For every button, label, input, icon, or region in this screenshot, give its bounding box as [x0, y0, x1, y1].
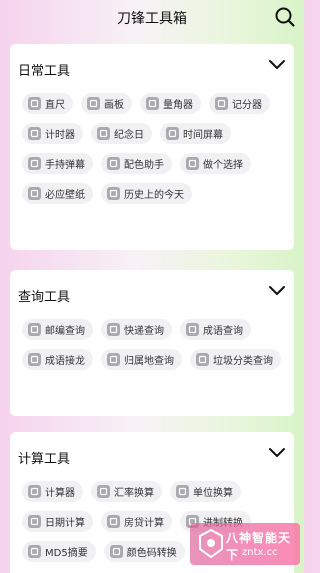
watermark-url: zntx.cc: [242, 547, 278, 558]
exchange-icon: [97, 485, 110, 498]
section-header[interactable]: 日常工具: [10, 44, 294, 88]
tool-chip-label: 时间屏幕: [183, 130, 223, 141]
tool-chip-label: 快递查询: [124, 326, 164, 337]
choice-icon: [186, 157, 199, 170]
chevron-down-icon[interactable]: [268, 58, 286, 72]
tool-chip[interactable]: 历史上的今天: [101, 183, 192, 204]
tool-chip[interactable]: 配色助手: [101, 153, 172, 174]
tool-chip[interactable]: 纪念日: [91, 123, 152, 144]
tool-chip-label: 房贷计算: [124, 518, 164, 529]
ruler-icon: [28, 97, 41, 110]
tool-chip[interactable]: 计时器: [22, 123, 83, 144]
section-title: 查询工具: [18, 290, 71, 305]
tool-chip-label: 记分器: [232, 100, 262, 111]
timer-icon: [28, 127, 41, 140]
clock-screen-icon: [166, 127, 179, 140]
idiom-chain-icon: [28, 353, 41, 366]
chevron-down-icon[interactable]: [268, 446, 286, 460]
mortgage-icon: [107, 515, 120, 528]
tool-chip-label: 纪念日: [114, 130, 144, 141]
section-query-tools: 查询工具 邮编查询 快递查询 成语查询成语接龙 归属地查询 垃圾分类查询: [10, 270, 294, 416]
tool-chip[interactable]: 画板: [81, 93, 132, 114]
tool-chip-label: 单位换算: [193, 488, 233, 499]
tool-chip-label: 汇率换算: [114, 488, 154, 499]
scrolling-text-icon: [28, 157, 41, 170]
tool-chip[interactable]: 量角器: [140, 93, 201, 114]
scoreboard-icon: [215, 97, 228, 110]
tool-chip[interactable]: 时间屏幕: [160, 123, 231, 144]
unit-convert-icon: [176, 485, 189, 498]
watermark-badge: 八神智能天下 zntx.cc: [190, 523, 300, 565]
tool-chip-label: 归属地查询: [124, 356, 174, 367]
tool-chip-label: 日期计算: [45, 518, 85, 529]
tool-chip-label: 手持弹幕: [45, 160, 85, 171]
tool-list: 直尺 画板 量角器 记分器计时器 纪念日 时间屏幕手持弹幕 配色助手 做个选择必应壁纸 历史上的…: [10, 88, 288, 204]
tool-chip-label: 必应壁纸: [45, 190, 85, 201]
tool-chip[interactable]: 直尺: [22, 93, 73, 114]
search-icon[interactable]: [274, 6, 296, 28]
tool-chip-label: 计算器: [45, 488, 75, 499]
section-daily-tools: 日常工具 直尺 画板 量角器 记分器计时器 纪念日 时间屏幕手持弹幕 配色助手 做个选择必应壁…: [10, 44, 294, 250]
tool-chip[interactable]: 快递查询: [101, 319, 172, 340]
book-icon: [186, 323, 199, 336]
tool-chip[interactable]: 计算器: [22, 481, 83, 502]
tool-chip-label: 计时器: [45, 130, 75, 141]
tool-chip[interactable]: 颜色码转换: [103, 541, 185, 562]
tool-chip[interactable]: 必应壁纸: [22, 183, 93, 204]
tool-chip[interactable]: 房贷计算: [101, 511, 172, 532]
tool-chip-label: 直尺: [45, 100, 65, 111]
tool-chip[interactable]: 邮编查询: [22, 319, 93, 340]
tool-chip-label: 画板: [104, 100, 124, 111]
tool-chip[interactable]: 日期计算: [22, 511, 93, 532]
color-code-icon: [109, 545, 123, 558]
section-header[interactable]: 计算工具: [10, 432, 294, 476]
section-title: 日常工具: [18, 64, 71, 79]
chevron-down-icon[interactable]: [268, 284, 286, 298]
app-title: 刀锋工具箱: [117, 11, 187, 27]
tool-chip[interactable]: 手持弹幕: [22, 153, 93, 174]
watermark-logo-icon: [199, 528, 223, 559]
delivery-icon: [107, 323, 120, 336]
tool-chip-label: 垃圾分类查询: [213, 356, 273, 367]
tool-chip-label: 配色助手: [124, 160, 164, 171]
top-bar: 刀锋工具箱: [0, 0, 304, 36]
tool-chip-label: 成语查询: [203, 326, 243, 337]
tool-chip-label: 邮编查询: [45, 326, 85, 337]
section-header[interactable]: 查询工具: [10, 270, 294, 314]
date-calc-icon: [28, 515, 41, 528]
tool-chip[interactable]: 做个选择: [180, 153, 251, 174]
tool-chip-label: 颜色码转换: [126, 548, 177, 559]
tool-chip[interactable]: 记分器: [209, 93, 270, 114]
tool-chip[interactable]: 归属地查询: [101, 349, 182, 370]
tool-chip[interactable]: MD5摘要: [22, 541, 96, 562]
tool-chip-label: 成语接龙: [45, 356, 85, 367]
tool-chip-label: 历史上的今天: [124, 190, 184, 201]
protractor-icon: [146, 97, 159, 110]
tool-chip[interactable]: 成语查询: [180, 319, 251, 340]
tool-chip[interactable]: 单位换算: [170, 481, 241, 502]
tool-chip-label: 做个选择: [203, 160, 243, 171]
tool-chip-label: MD5摘要: [45, 548, 88, 559]
trash-icon: [196, 353, 209, 366]
location-icon: [107, 353, 120, 366]
tool-list: 邮编查询 快递查询 成语查询成语接龙 归属地查询 垃圾分类查询: [10, 314, 288, 370]
postcode-icon: [28, 323, 41, 336]
section-title: 计算工具: [18, 452, 71, 467]
tool-chip[interactable]: 垃圾分类查询: [190, 349, 281, 370]
tool-chip-label: 量角器: [163, 100, 193, 111]
history-icon: [107, 187, 120, 200]
calculator-icon: [28, 485, 41, 498]
tool-chip[interactable]: 成语接龙: [22, 349, 93, 370]
palette-icon: [87, 97, 100, 110]
md5-icon: [28, 545, 41, 558]
calendar-icon: [97, 127, 110, 140]
color-palette-icon: [107, 157, 120, 170]
wallpaper-icon: [28, 187, 41, 200]
tool-chip[interactable]: 汇率换算: [91, 481, 162, 502]
